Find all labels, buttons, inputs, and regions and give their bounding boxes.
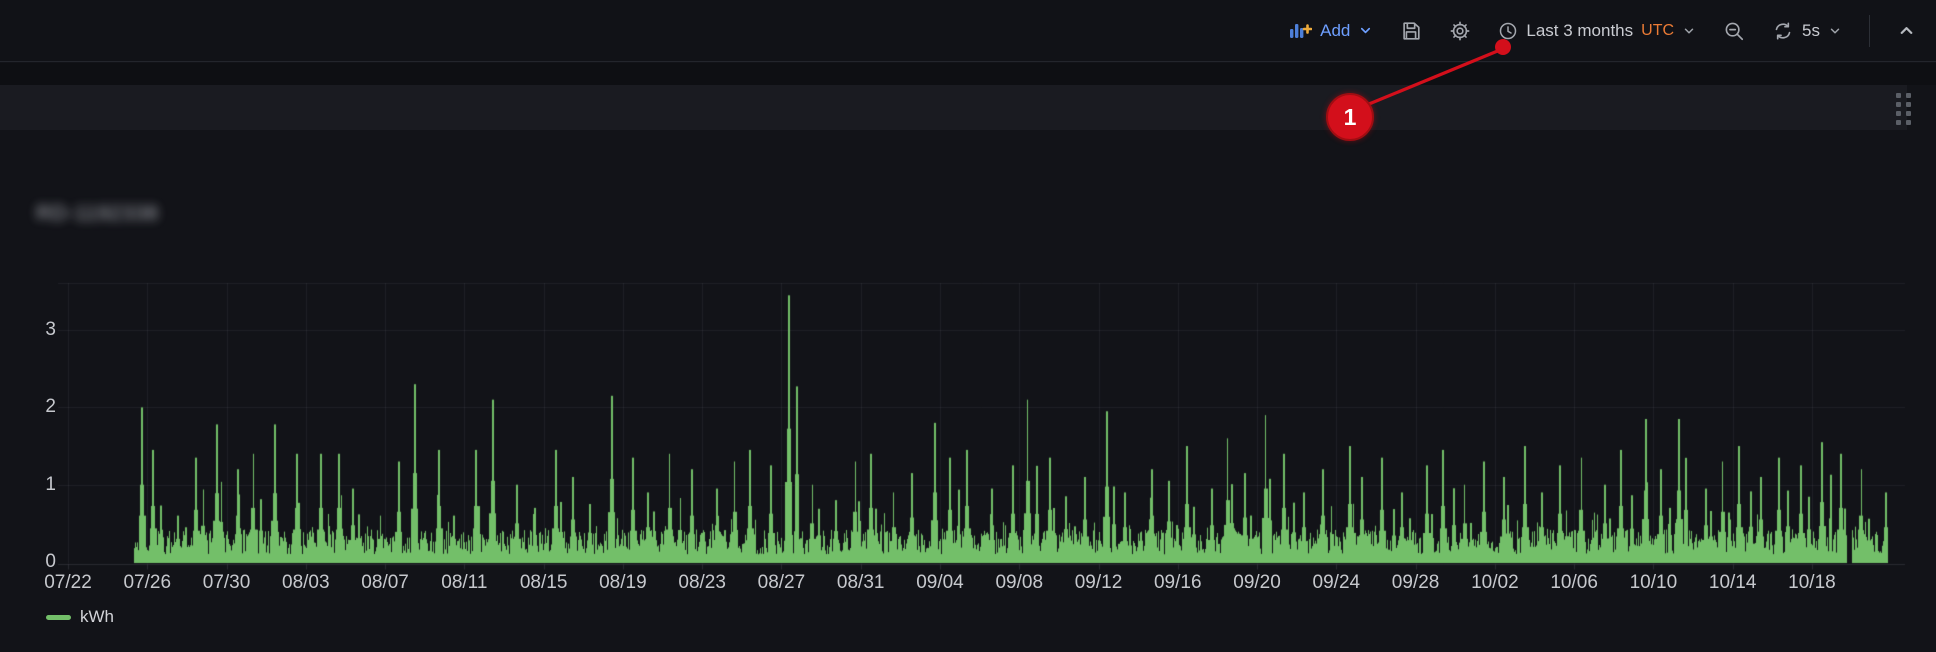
legend-item-kwh[interactable]: kWh [46, 607, 114, 627]
x-tick-label: 10/02 [1471, 572, 1519, 594]
floppy-disk-icon [1400, 20, 1422, 42]
dashboard-toolbar: Add Last 3 months [0, 0, 1936, 62]
x-tick-label: 08/23 [678, 572, 726, 594]
panel-title[interactable]: RD-1192338 [36, 202, 159, 226]
y-tick-label: 3 [0, 319, 56, 341]
gear-icon [1449, 20, 1471, 42]
x-tick-label: 09/28 [1392, 572, 1440, 594]
grafana-dashboard: Add Last 3 months [0, 0, 1936, 652]
x-tick-label: 08/07 [361, 572, 409, 594]
magnifier-minus-icon [1723, 20, 1745, 42]
x-tick-label: 10/14 [1709, 572, 1757, 594]
x-tick-label: 10/18 [1788, 572, 1836, 594]
x-tick-label: 09/24 [1313, 572, 1361, 594]
sync-arrows-icon [1772, 20, 1794, 42]
x-tick-label: 08/19 [599, 572, 647, 594]
zoom-out-time-button[interactable] [1723, 20, 1745, 42]
chevron-up-icon [1897, 21, 1916, 40]
x-tick-label: 08/27 [758, 572, 806, 594]
x-tick-label: 07/30 [203, 572, 251, 594]
x-tick-label: 09/08 [995, 572, 1043, 594]
dashboard-settings-button[interactable] [1449, 20, 1471, 42]
y-tick-label: 0 [0, 551, 56, 573]
toolbar-divider [1869, 15, 1870, 47]
x-tick-label: 09/16 [1154, 572, 1202, 594]
save-dashboard-button[interactable] [1400, 20, 1422, 42]
series-color-swatch [46, 615, 71, 620]
x-tick-label: 08/31 [837, 572, 885, 594]
collapse-toolbar-button[interactable] [1897, 21, 1916, 40]
clock-icon [1498, 21, 1518, 41]
x-tick-label: 09/12 [1075, 572, 1123, 594]
timezone-label: UTC [1641, 22, 1674, 40]
x-tick-label: 10/10 [1630, 572, 1678, 594]
bar-chart-plus-icon [1288, 19, 1312, 43]
chevron-down-icon [1682, 24, 1696, 38]
x-tick-label: 07/22 [44, 572, 92, 594]
x-tick-label: 08/11 [441, 572, 487, 594]
x-tick-label: 09/04 [916, 572, 964, 594]
time-range-picker[interactable]: Last 3 months UTC [1498, 21, 1696, 41]
chevron-down-icon [1358, 23, 1373, 38]
x-tick-label: 10/06 [1550, 572, 1598, 594]
annotation-step-marker: 1 [1326, 93, 1374, 141]
chevron-down-icon [1828, 24, 1842, 38]
legend-series-label: kWh [80, 607, 114, 627]
energy-time-series-plot[interactable] [0, 0, 1936, 652]
time-range-label: Last 3 months [1526, 21, 1633, 41]
refresh-interval-label: 5s [1802, 21, 1820, 41]
x-tick-label: 09/20 [1233, 572, 1281, 594]
panel-drag-handle-icon[interactable] [1896, 93, 1911, 125]
x-tick-label: 07/26 [123, 572, 171, 594]
x-tick-label: 08/03 [282, 572, 330, 594]
y-tick-label: 2 [0, 396, 56, 418]
add-button-label: Add [1320, 21, 1350, 41]
annotation-step-number: 1 [1344, 104, 1357, 131]
add-panel-button[interactable]: Add [1288, 19, 1373, 43]
x-tick-label: 08/15 [520, 572, 568, 594]
y-tick-label: 1 [0, 474, 56, 496]
refresh-picker[interactable]: 5s [1772, 20, 1842, 42]
